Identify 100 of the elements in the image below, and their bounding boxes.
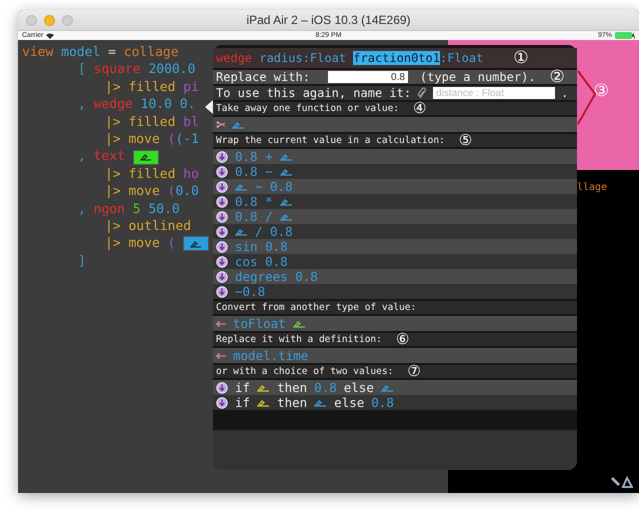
code-token: , — [78, 96, 87, 114]
code-token: bl — [183, 114, 199, 131]
section-label: Take away one function or value: — [216, 103, 400, 114]
code-token: ho — [183, 166, 199, 184]
step-number: ② — [550, 68, 565, 86]
code-token: square — [94, 61, 142, 79]
code-text: 0.8 − — [235, 164, 273, 179]
triangle-ruler-icon[interactable] — [611, 476, 633, 488]
code-text: if — [235, 380, 250, 395]
placeholder-slot[interactable] — [183, 236, 210, 252]
down-arrow-circle-icon — [216, 286, 228, 298]
pencil-icon[interactable] — [380, 384, 394, 392]
code-text: − 0.8 — [255, 179, 293, 194]
code-text: 0.8 / — [235, 209, 273, 224]
down-arrow-circle-icon — [216, 382, 228, 394]
suggestion-row[interactable]: sin 0.8 — [213, 239, 577, 254]
code-text: −0.8 — [235, 284, 266, 299]
code-text: if — [235, 395, 250, 410]
code-token: view — [22, 44, 54, 62]
code-token: = — [108, 44, 117, 62]
window-title: iPad Air 2 – iOS 10.3 (14E269) — [246, 13, 411, 27]
code-token: |> filled — [105, 166, 176, 184]
suggestion-row[interactable]: 0.8 − — [213, 164, 577, 179]
suggestion-row[interactable]: 0.8 * — [213, 194, 577, 209]
placeholder-slot[interactable] — [132, 150, 159, 165]
code-token: text — [94, 148, 126, 166]
step-number: ⑥ — [396, 332, 410, 347]
code-text: / 0.8 — [255, 224, 293, 239]
code-token: ] — [78, 252, 86, 270]
step-number: ③ — [594, 83, 609, 100]
signature-token[interactable]: fraction0to1 — [353, 51, 440, 65]
left-arrow-icon — [216, 352, 226, 358]
section-label: Wrap the current value in a calculation: — [216, 135, 445, 146]
code-text: then — [277, 395, 308, 410]
code-text: sin 0.8 — [235, 239, 288, 254]
pencil-icon[interactable] — [235, 182, 248, 190]
signature-token[interactable]: radius:Float — [259, 51, 354, 65]
code-token: (-1 — [175, 130, 199, 148]
section-label: or with a choice of two values: — [216, 366, 394, 377]
suggestion-row[interactable]: −0.8 — [213, 284, 577, 299]
pencil-icon — [140, 153, 152, 162]
code-token: pi — [183, 78, 199, 96]
code-text: degrees 0.8 — [235, 269, 318, 284]
suggestion-row[interactable]: toFloat — [213, 316, 577, 331]
section-label: Replace it with a definition: — [216, 334, 382, 345]
code-token: |> filled — [105, 114, 176, 131]
pencil-icon[interactable] — [257, 398, 270, 406]
code-token: |> move — [105, 130, 161, 148]
suggestion-row[interactable]: if then 0.8 else — [213, 380, 577, 395]
step-number: ⑤ — [458, 133, 472, 148]
code-token: 10.0 0. — [140, 96, 196, 114]
type-hint: (type a number). — [420, 70, 536, 84]
down-arrow-circle-icon — [216, 270, 228, 282]
step-number: ① — [513, 50, 529, 66]
suggestion-row[interactable]: 0.8 / — [213, 209, 577, 224]
suggestion-row[interactable]: cos 0.8 — [213, 254, 577, 269]
replace-label: Replace with: — [216, 70, 310, 84]
name-input[interactable]: distance : Float — [433, 87, 556, 99]
suggestion-row[interactable]: degrees 0.8 — [213, 269, 577, 284]
down-arrow-circle-icon — [216, 150, 228, 162]
down-arrow-circle-icon — [216, 210, 228, 222]
suggestion-row[interactable]: / 0.8 — [213, 224, 577, 239]
code-text: model.time — [233, 348, 308, 363]
code-token: 5 — [132, 200, 142, 218]
code-token: collage — [124, 44, 179, 62]
pencil-icon[interactable] — [257, 384, 270, 392]
pencil-icon[interactable] — [280, 212, 293, 220]
value-input[interactable]: 0.8 — [328, 71, 408, 83]
pencil-icon — [190, 240, 202, 248]
section-label: Convert from another type of value: — [216, 302, 416, 313]
pencil-icon[interactable] — [314, 398, 328, 406]
suggestion-row[interactable]: model.time — [213, 348, 577, 363]
period-text: . — [561, 86, 568, 100]
scissors-icon — [216, 121, 225, 128]
canvas-text: llage — [577, 182, 608, 193]
pencil-icon[interactable] — [280, 198, 293, 206]
code-token: |> move — [105, 235, 161, 253]
down-arrow-circle-icon — [216, 166, 228, 178]
code-token: |> filled — [105, 78, 176, 96]
signature-token[interactable]: wedge — [216, 51, 260, 65]
code-token: [ — [78, 61, 87, 79]
name-label: To use this again, name it: — [216, 86, 412, 100]
code-token: wedge — [94, 96, 134, 114]
suggestion-row[interactable]: − 0.8 — [213, 179, 577, 194]
pencil-icon[interactable] — [292, 320, 306, 328]
pencil-icon[interactable] — [280, 168, 293, 176]
signature-token[interactable]: :Float — [440, 51, 484, 65]
suggestion-row[interactable]: if then else 0.8 — [213, 395, 577, 410]
down-arrow-circle-icon — [216, 256, 228, 268]
suggestion-row[interactable]: 0.8 + — [213, 149, 577, 164]
step-number: ④ — [413, 101, 426, 116]
code-token: ( — [168, 235, 176, 253]
code-token: ( — [168, 183, 176, 201]
pencil-icon[interactable] — [280, 152, 293, 160]
code-text: then — [277, 380, 308, 395]
pencil-icon[interactable] — [235, 228, 248, 236]
pencil-icon[interactable] — [232, 120, 245, 128]
code-text: 0.8 * — [235, 194, 273, 209]
code-text: cos 0.8 — [235, 254, 288, 269]
down-arrow-circle-icon — [216, 226, 228, 238]
